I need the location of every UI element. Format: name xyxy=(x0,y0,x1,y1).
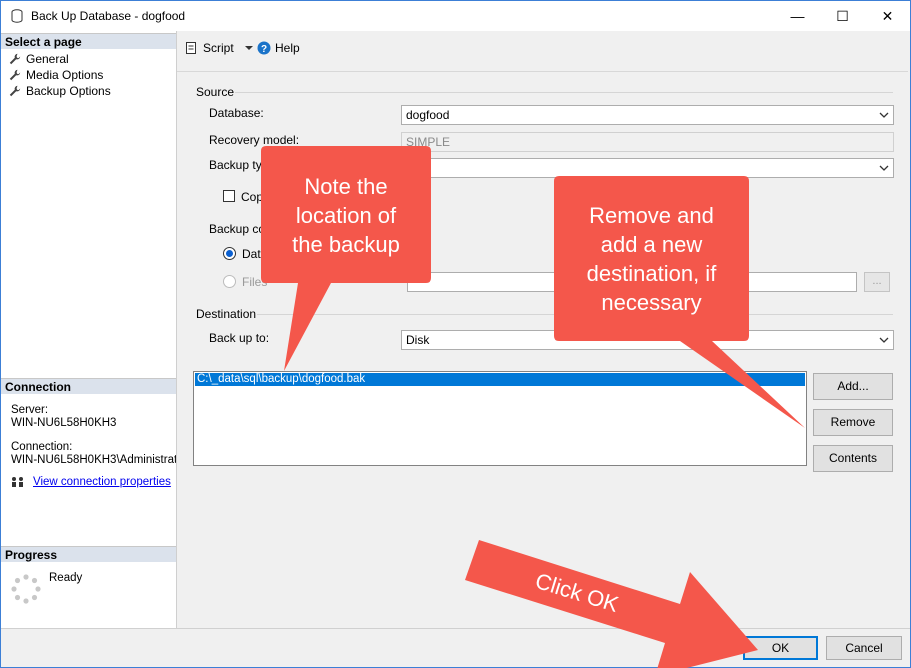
remove-destination-line: add a new xyxy=(600,232,703,257)
note-location-line: location of xyxy=(295,203,397,228)
remove-destination-text: Remove and add a new destination, if nec… xyxy=(554,201,749,317)
note-location-text: Note the location of the backup xyxy=(261,172,431,259)
annotation-overlay xyxy=(261,146,805,668)
note-location-line: Note the xyxy=(304,174,388,199)
remove-destination-line: necessary xyxy=(601,290,702,315)
remove-destination-line: Remove and xyxy=(589,203,714,228)
note-location-line: the backup xyxy=(292,232,400,257)
remove-destination-line: destination, if xyxy=(586,261,717,286)
